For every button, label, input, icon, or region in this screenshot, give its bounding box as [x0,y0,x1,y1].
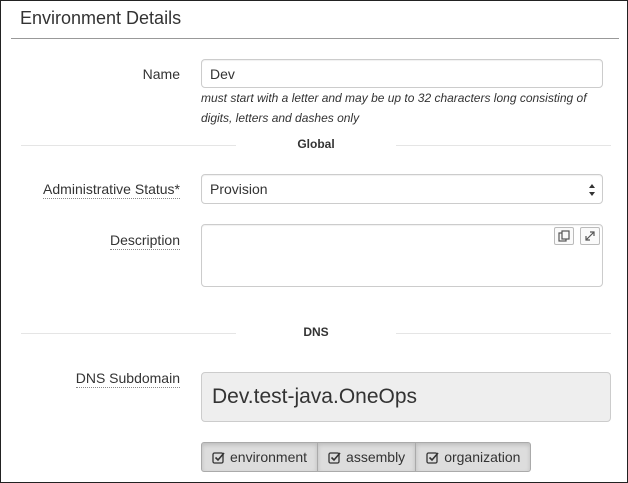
name-label: Name [142,66,180,82]
admin-status-value: Provision [210,181,268,197]
section-dns: DNS [21,324,611,344]
name-help-line: digits, letters and dashes only [201,111,360,125]
copy-icon [558,230,570,242]
description-label-text: Description [109,232,180,250]
expand-icon [585,231,595,241]
admin-status-label-text: Administrative Status* [43,181,180,199]
select-arrows-icon [589,184,595,196]
dns-subdomain-value: Dev.test-java.OneOps [201,372,611,422]
dns-subdomain-label-text: DNS Subdomain [75,370,180,388]
dns-toggle-group: environment assembly organization [201,442,532,472]
toggle-environment[interactable]: environment [201,442,319,472]
section-title: DNS [303,325,329,339]
environment-details-panel: Environment Details Name must start with… [0,0,628,483]
title-divider [11,38,619,39]
expand-button[interactable] [580,227,600,245]
section-global: Global [21,136,611,156]
description-textarea[interactable] [201,224,603,287]
toggle-organization[interactable]: organization [415,442,532,472]
name-help-text: must start with a letter and may be up t… [201,88,587,128]
name-help-line: must start with a letter and may be up t… [201,91,587,105]
admin-status-select[interactable]: Provision [201,174,603,204]
panel-title: Environment Details [20,8,182,28]
check-square-icon [328,451,341,464]
check-square-icon [426,451,439,464]
name-input[interactable] [201,59,603,88]
toggle-label: assembly [346,449,406,465]
toggle-label: organization [444,449,521,465]
section-title: Global [297,137,335,151]
dns-subdomain-label: DNS Subdomain [75,370,180,388]
copy-button[interactable] [554,227,574,245]
description-label: Description [109,232,180,250]
toggle-label: environment [230,449,308,465]
check-square-icon [212,451,225,464]
admin-status-label: Administrative Status* [43,181,180,199]
toggle-assembly[interactable]: assembly [317,442,417,472]
